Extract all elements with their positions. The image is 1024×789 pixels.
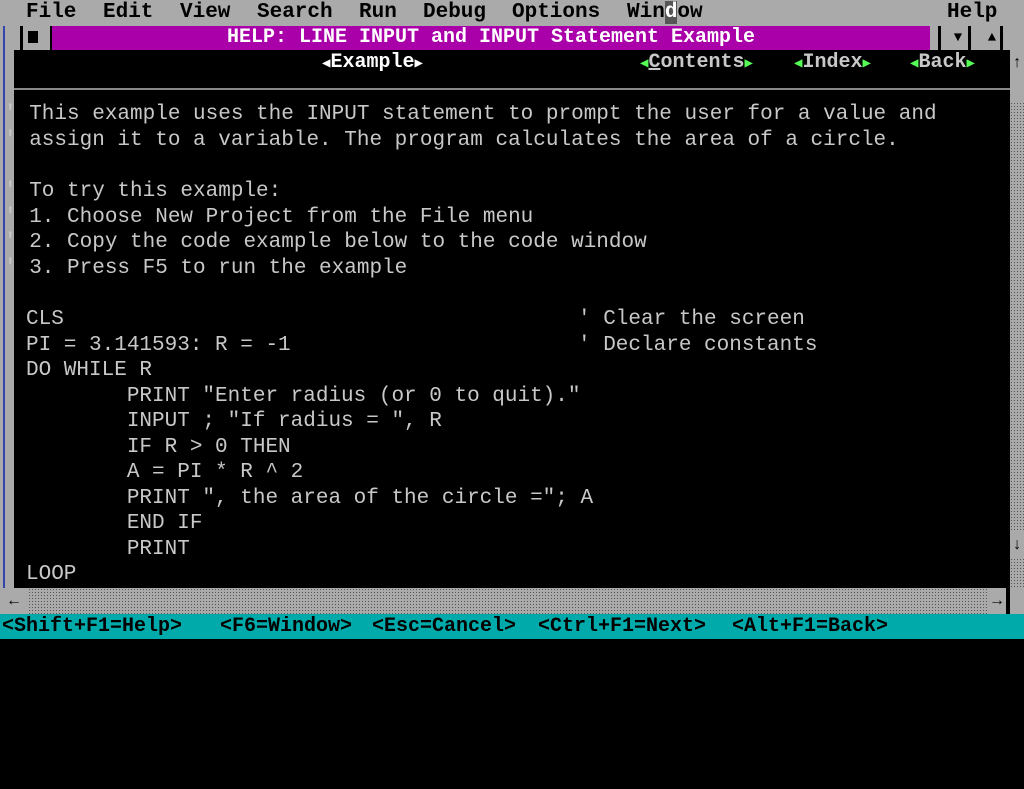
nav-example[interactable]: ◀Example▶ bbox=[322, 50, 423, 77]
shortcut-cancel[interactable]: <Esc=Cancel> bbox=[372, 614, 516, 639]
vertical-scrollbar[interactable]: ↑ ↓ bbox=[1010, 50, 1024, 588]
shortcut-help[interactable]: <Shift+F1=Help> bbox=[2, 614, 182, 639]
code-line: PRINT bbox=[26, 538, 190, 561]
menu-window[interactable]: Window bbox=[627, 0, 703, 26]
divider bbox=[1000, 26, 1003, 50]
menu-bar: File Edit View Search Run Debug Options … bbox=[0, 0, 1024, 26]
menu-search[interactable]: Search bbox=[257, 0, 333, 26]
text-cursor: d bbox=[664, 1, 678, 24]
divider bbox=[938, 26, 941, 50]
vertical-scroll-track[interactable] bbox=[1010, 102, 1024, 588]
nav-back[interactable]: ◀Back▶ bbox=[910, 50, 975, 77]
right-triangle-icon: ▶ bbox=[744, 56, 753, 72]
code-line: A = PI * R ^ 2 bbox=[26, 461, 304, 484]
nav-contents-label: Contents bbox=[648, 51, 745, 74]
comment-line: ' 2. Copy the code example below to the … bbox=[4, 231, 647, 254]
menu-edit[interactable]: Edit bbox=[103, 0, 153, 26]
nav-index[interactable]: ◀Index▶ bbox=[794, 50, 871, 77]
comment-line: ' assign it to a variable. The program c… bbox=[4, 129, 899, 152]
window-title: HELP: LINE INPUT and INPUT Statement Exa… bbox=[52, 26, 930, 50]
scroll-right-arrow-icon[interactable]: → bbox=[988, 588, 1006, 614]
menu-view[interactable]: View bbox=[180, 0, 230, 26]
maximize-button[interactable]: ▲ bbox=[978, 26, 1006, 50]
code-comment: ' Clear the screen bbox=[578, 308, 805, 331]
nav-index-label: Index bbox=[802, 51, 863, 74]
nav-example-label: Example bbox=[330, 51, 415, 74]
code-line: PRINT "Enter radius (or 0 to quit)." bbox=[26, 385, 581, 408]
hotkey-c: C bbox=[648, 51, 661, 74]
close-box-icon bbox=[28, 31, 38, 43]
menu-run[interactable]: Run bbox=[359, 0, 397, 26]
code-line: CLS bbox=[26, 308, 64, 331]
menu-help[interactable]: Help bbox=[947, 0, 997, 26]
shortcut-window[interactable]: <F6=Window> bbox=[220, 614, 352, 639]
menu-file[interactable]: File bbox=[26, 0, 76, 26]
status-bar: <Shift+F1=Help> <F6=Window> <Esc=Cancel>… bbox=[0, 614, 1024, 639]
right-triangle-icon: ▶ bbox=[862, 56, 871, 72]
menu-window-pre: Win bbox=[627, 1, 665, 24]
right-triangle-icon: ▶ bbox=[414, 56, 423, 72]
shortcut-back[interactable]: <Alt+F1=Back> bbox=[732, 614, 888, 639]
qbasic-screen: File Edit View Search Run Debug Options … bbox=[0, 0, 1024, 639]
minimize-button[interactable]: ▼ bbox=[938, 26, 972, 50]
close-button[interactable] bbox=[14, 26, 53, 50]
code-line: LOOP bbox=[26, 563, 77, 586]
menu-window-post: ow bbox=[677, 1, 703, 24]
up-triangle-icon: ▲ bbox=[987, 30, 997, 46]
code-line: PI = 3.141593: R = -1 bbox=[26, 334, 291, 357]
close-button-left-edge bbox=[20, 26, 23, 50]
code-line: PRINT ", the area of the circle ="; A bbox=[26, 487, 594, 510]
horizontal-scroll-track[interactable] bbox=[28, 588, 988, 614]
right-triangle-icon: ▶ bbox=[966, 56, 975, 72]
help-nav-row: ◀Example▶ ◀Contents▶ ◀Index▶ ◀Back▶ bbox=[14, 50, 1010, 76]
down-triangle-icon: ▼ bbox=[953, 30, 963, 46]
shortcut-next[interactable]: <Ctrl+F1=Next> bbox=[538, 614, 706, 639]
comment-line: ' 1. Choose New Project from the File me… bbox=[4, 206, 534, 229]
code-line: IF R > 0 THEN bbox=[26, 436, 291, 459]
nav-back-label: Back bbox=[918, 51, 967, 74]
comment-line: ' To try this example: bbox=[4, 180, 282, 203]
scroll-up-arrow-icon[interactable]: ↑ bbox=[1010, 50, 1024, 76]
menu-debug[interactable]: Debug bbox=[423, 0, 486, 26]
scroll-left-arrow-icon[interactable]: ← bbox=[0, 588, 28, 614]
horizontal-scrollbar[interactable]: ← → bbox=[0, 588, 1010, 614]
comment-line: ' 3. Press F5 to run the example bbox=[4, 257, 408, 280]
nav-contents[interactable]: ◀Contents▶ bbox=[640, 50, 753, 77]
scrollbar-edge bbox=[1006, 588, 1009, 614]
code-line: END IF bbox=[26, 512, 203, 535]
code-line: INPUT ; "If radius = ", R bbox=[26, 410, 442, 433]
menu-options[interactable]: Options bbox=[512, 0, 600, 26]
code-comment: ' Declare constants bbox=[578, 334, 818, 357]
help-content[interactable]: ' This example uses the INPUT statement … bbox=[4, 90, 1010, 588]
scroll-down-arrow-icon[interactable]: ↓ bbox=[1010, 532, 1024, 558]
comment-line: ' This example uses the INPUT statement … bbox=[4, 103, 937, 126]
divider bbox=[968, 26, 971, 50]
code-line: DO WHILE R bbox=[26, 359, 153, 382]
